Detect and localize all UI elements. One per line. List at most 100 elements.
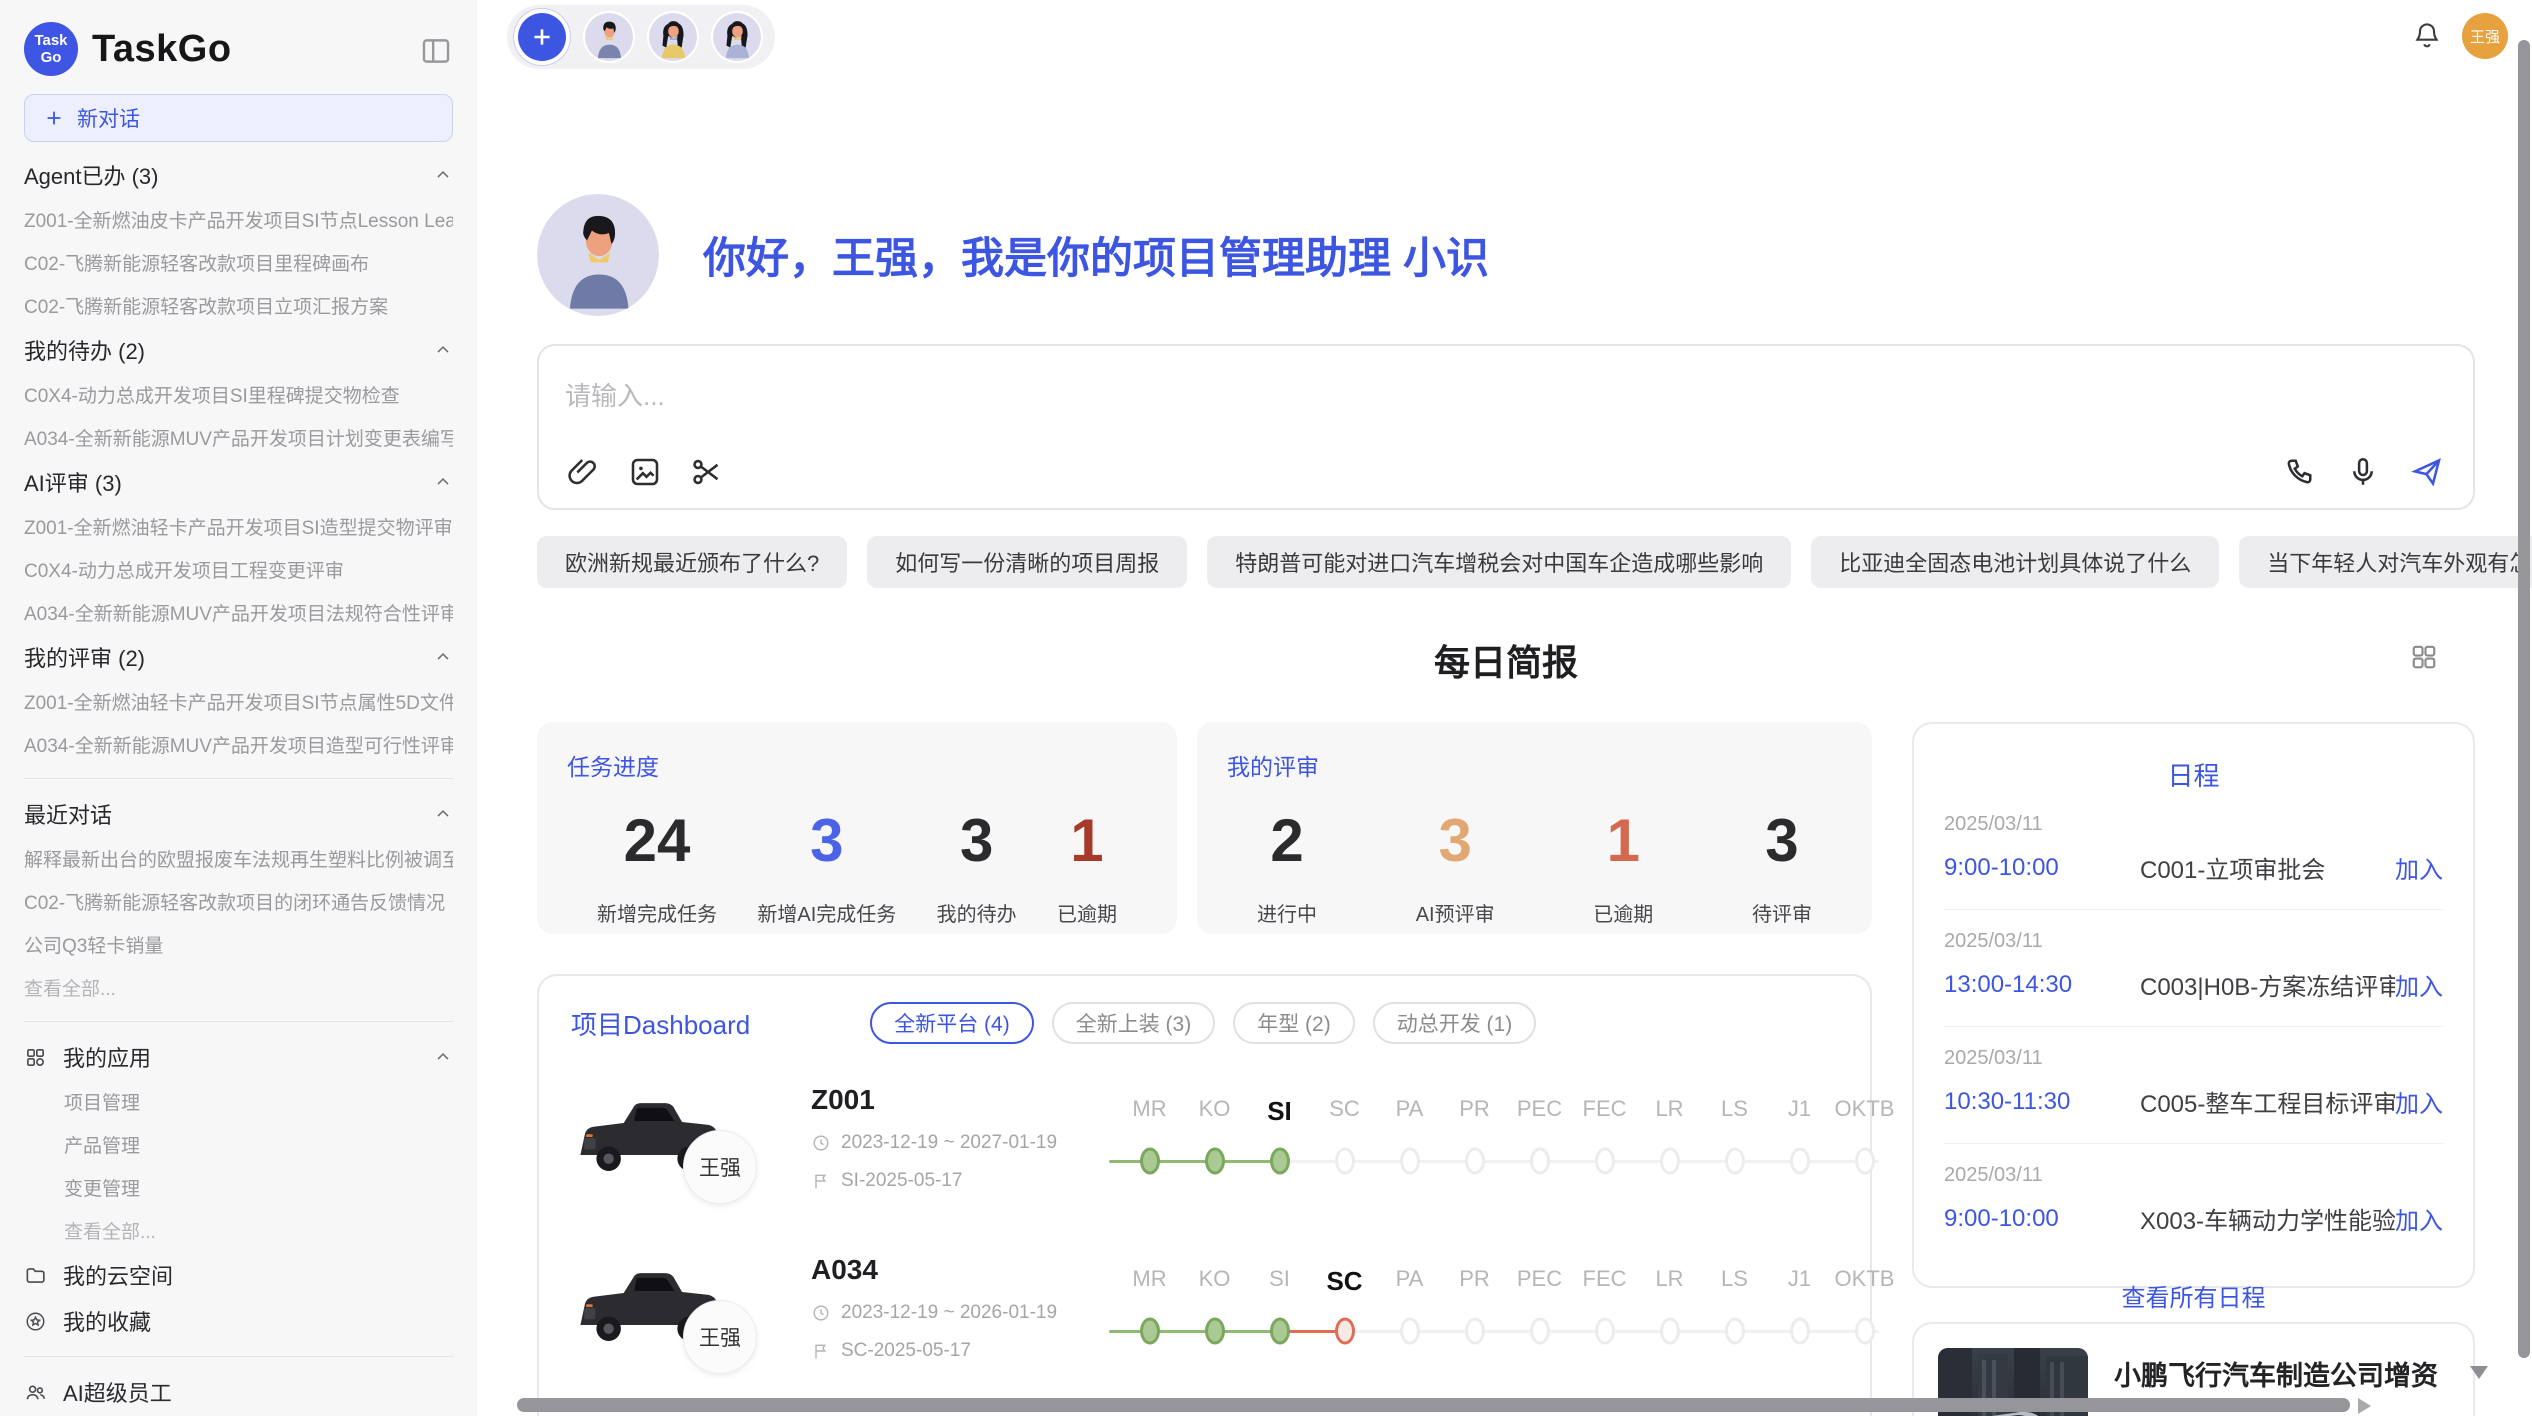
sidebar-section-header[interactable]: AI评审 (3) — [24, 459, 453, 505]
milestone-label: J1 — [1767, 1096, 1832, 1127]
suggestion-chip[interactable]: 当下年轻人对汽车外观有怎样的喜好趋势 — [2239, 536, 2532, 588]
sidebar-section-header[interactable]: Agent已办 (3) — [24, 152, 453, 198]
app-item[interactable]: 变更管理 — [24, 1166, 453, 1209]
attach-image-icon[interactable] — [627, 454, 663, 490]
recent-view-all-link[interactable]: 查看全部... — [24, 966, 453, 1009]
project-flag-date: SC-2025-05-17 — [841, 1340, 971, 1362]
milestone-label: SC — [1312, 1096, 1377, 1127]
project-row: 王强Z0012023-12-19 ~ 2027-01-19SI-2025-05-… — [571, 1068, 1838, 1214]
layout-grid-icon[interactable] — [2409, 642, 2439, 672]
sidebar-task-item[interactable]: C02-飞腾新能源轻客改款项目里程碑画布 — [24, 241, 453, 284]
tool-label: AI超级员工 — [63, 1376, 172, 1408]
horizontal-scrollbar[interactable] — [517, 1398, 2350, 1412]
microphone-icon[interactable] — [2345, 454, 2381, 490]
sidebar-item-favorites[interactable]: 我的收藏 — [24, 1298, 453, 1344]
input-action-tools — [2281, 454, 2445, 490]
schedule-join-link[interactable]: 加入 — [2395, 967, 2443, 1002]
milestone-label: MR — [1117, 1096, 1182, 1127]
stat-item: 24新增完成任务 — [597, 806, 717, 927]
voice-call-icon[interactable] — [2281, 454, 2317, 490]
agent-avatar-3[interactable] — [711, 11, 763, 63]
view-all-schedule-link[interactable]: 查看所有日程 — [1944, 1278, 2443, 1313]
flag-icon — [811, 1171, 831, 1191]
recent-chat-item[interactable]: C02-飞腾新能源轻客改款项目的闭环通告反馈情况 — [24, 880, 453, 923]
recent-chat-item[interactable]: 解释最新出台的欧盟报废车法规再生塑料比例被调至15%... — [24, 837, 453, 880]
new-chat-button[interactable]: 新对话 — [24, 94, 453, 142]
stat-label: 进行中 — [1257, 898, 1317, 927]
schedule-join-link[interactable]: 加入 — [2395, 850, 2443, 885]
sidebar-task-item[interactable]: Z001-全新燃油轻卡产品开发项目SI造型提交物评审 — [24, 505, 453, 548]
sidebar-task-item[interactable]: Z001-全新燃油皮卡产品开发项目SI节点Lesson Learn报告 — [24, 198, 453, 241]
sidebar-task-item[interactable]: A034-全新新能源MUV产品开发项目法规符合性评审 — [24, 591, 453, 634]
scroll-right-arrow-icon[interactable] — [2358, 1398, 2371, 1414]
sidebar-divider — [24, 1356, 453, 1357]
milestone-label: MR — [1117, 1266, 1182, 1297]
milestone-label: FEC — [1572, 1096, 1637, 1127]
stat-label: 已逾期 — [1057, 898, 1117, 927]
schedule-name: C001-立项审批会 — [2140, 850, 2395, 885]
chat-input[interactable] — [565, 376, 2053, 436]
project-code: A034 — [811, 1254, 1111, 1286]
milestone-label: KO — [1182, 1266, 1247, 1297]
vertical-scrollbar[interactable] — [2518, 40, 2530, 1358]
notification-bell-icon[interactable] — [2412, 20, 2442, 52]
milestone-dot — [1595, 1318, 1615, 1345]
sidebar-section-header[interactable]: 我的评审 (2) — [24, 634, 453, 680]
milestone-label: LS — [1702, 1266, 1767, 1297]
project-flag-row: SI-2025-05-17 — [811, 1170, 1111, 1192]
suggestion-chip[interactable]: 比亚迪全固态电池计划具体说了什么 — [1811, 536, 2219, 588]
apps-grid-icon — [24, 1046, 47, 1069]
schedule-item-main: 13:00-14:30C003|H0B-方案冻结评审加入 — [1944, 967, 2443, 1002]
stat-card-1: 我的评审2进行中3AI预评审1已逾期3待评审 — [1197, 722, 1872, 934]
project-owner-badge: 王强 — [683, 1300, 757, 1374]
apps-view-all-link[interactable]: 查看全部... — [24, 1209, 453, 1252]
stats-cards: 任务进度24新增完成任务3新增AI完成任务3我的待办1已逾期我的评审2进行中3A… — [537, 722, 1872, 934]
attach-file-icon[interactable] — [565, 454, 601, 490]
milestone-label: LS — [1702, 1096, 1767, 1127]
sidebar-task-item[interactable]: A034-全新新能源MUV产品开发项目计划变更表编写 — [24, 416, 453, 459]
schedule-join-link[interactable]: 加入 — [2395, 1201, 2443, 1236]
agent-avatar-2[interactable] — [647, 11, 699, 63]
sidebar-recent-header[interactable]: 最近对话 — [24, 791, 453, 837]
sidebar-task-item[interactable]: C02-飞腾新能源轻客改款项目立项汇报方案 — [24, 284, 453, 327]
stat-card-title: 我的评审 — [1227, 748, 1842, 782]
chat-input-card — [537, 344, 2475, 510]
stat-value: 2 — [1257, 806, 1317, 876]
sidebar-section-header[interactable]: 我的待办 (2) — [24, 327, 453, 373]
assistant-avatar — [537, 194, 659, 316]
agent-avatar-1[interactable] — [583, 11, 635, 63]
app-logo: Task Go — [24, 22, 78, 76]
dashboard-tab[interactable]: 年型 (2) — [1233, 1002, 1355, 1044]
app-item[interactable]: 项目管理 — [24, 1080, 453, 1123]
scroll-down-arrow-icon[interactable] — [2470, 1366, 2488, 1379]
add-agent-button[interactable] — [513, 8, 571, 66]
sidebar-task-item[interactable]: C0X4-动力总成开发项目SI里程碑提交物检查 — [24, 373, 453, 416]
people-icon — [24, 1381, 47, 1404]
sidebar-task-item[interactable]: Z001-全新燃油轻卡产品开发项目SI节点属性5D文件评审 — [24, 680, 453, 723]
sidebar-header: Task Go TaskGo — [24, 20, 453, 78]
dashboard-tab[interactable]: 动总开发 (1) — [1373, 1002, 1537, 1044]
suggestion-chip[interactable]: 欧洲新规最近颁布了什么? — [537, 536, 847, 588]
milestone-label: SC — [1312, 1266, 1377, 1297]
sidebar-item-cloud-space[interactable]: 我的云空间 — [24, 1252, 453, 1298]
milestone-dot — [1725, 1148, 1745, 1175]
user-avatar[interactable]: 王强 — [2462, 13, 2508, 59]
suggestion-chip[interactable]: 如何写一份清晰的项目周报 — [867, 536, 1187, 588]
sidebar-section-label: 我的待办 (2) — [24, 334, 145, 366]
sidebar-task-item[interactable]: A034-全新新能源MUV产品开发项目造型可行性评审 — [24, 723, 453, 766]
recent-chat-item[interactable]: 公司Q3轻卡销量 — [24, 923, 453, 966]
greeting-row: 你好，王强，我是你的项目管理助理 小识 — [537, 194, 2475, 316]
dashboard-tab[interactable]: 全新平台 (4) — [870, 1002, 1034, 1044]
send-icon[interactable] — [2409, 454, 2445, 490]
dashboard-tab[interactable]: 全新上装 (3) — [1052, 1002, 1216, 1044]
sidebar-task-item[interactable]: C0X4-动力总成开发项目工程变更评审 — [24, 548, 453, 591]
suggestion-chip[interactable]: 特朗普可能对进口汽车增税会对中国车企造成哪些影响 — [1207, 536, 1791, 588]
sidebar-toggle-icon[interactable] — [419, 34, 453, 64]
sidebar-tool-0[interactable]: AI超级员工 — [24, 1369, 453, 1415]
sidebar-my-apps[interactable]: 我的应用 — [24, 1034, 453, 1080]
app-item[interactable]: 产品管理 — [24, 1123, 453, 1166]
milestone-track — [1117, 1309, 1897, 1355]
screenshot-scissors-icon[interactable] — [689, 454, 725, 490]
schedule-join-link[interactable]: 加入 — [2395, 1084, 2443, 1119]
stat-item: 3待评审 — [1752, 806, 1812, 927]
